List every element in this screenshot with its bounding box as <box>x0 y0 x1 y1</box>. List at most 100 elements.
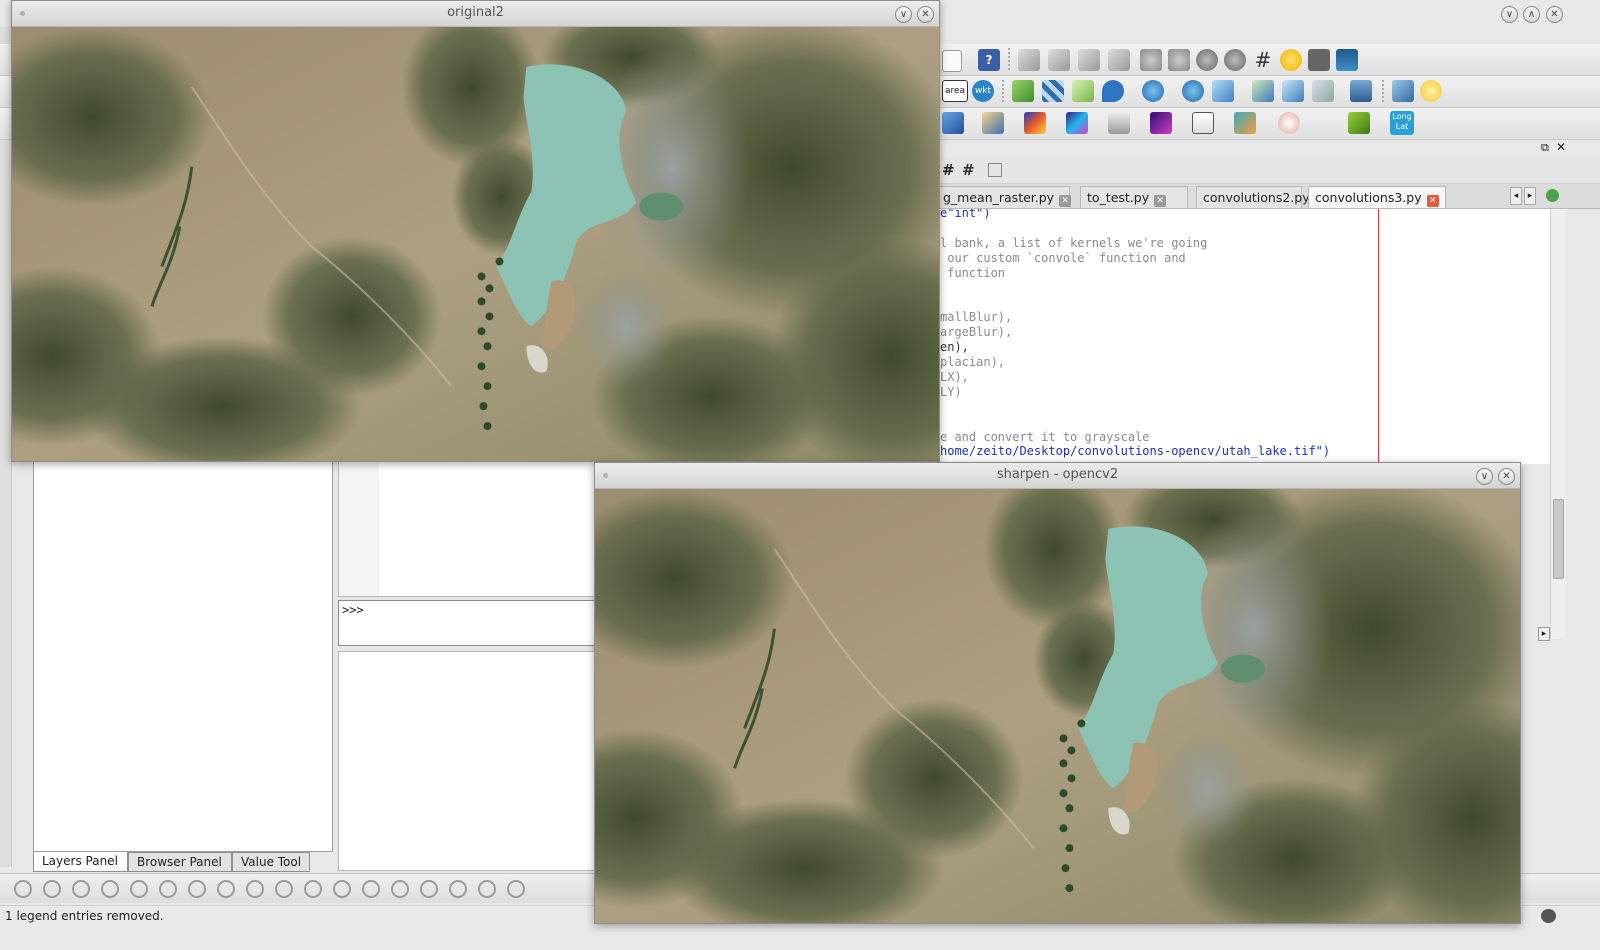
window-close-button[interactable]: ✕ <box>917 6 934 23</box>
panel-tab[interactable]: Browser Panel <box>128 852 232 872</box>
code-editor[interactable]: e"int") l bank, a list of kernels we're g… <box>940 209 1550 464</box>
crs-tool-icon[interactable] <box>982 112 1004 134</box>
globe-2-icon[interactable] <box>1182 80 1204 102</box>
globe-icon[interactable] <box>1142 80 1164 102</box>
digitize-icon[interactable] <box>14 880 32 898</box>
pan-hand-icon[interactable] <box>1392 80 1414 102</box>
dropdown-icon[interactable] <box>942 50 962 72</box>
messages-icon[interactable] <box>1541 909 1556 923</box>
code-line: our custom `convole` function and <box>940 250 1186 265</box>
sq-icon[interactable] <box>1192 112 1214 134</box>
split-icon[interactable] <box>1282 80 1304 102</box>
rotate-icon[interactable] <box>507 880 525 898</box>
undo-icon[interactable] <box>72 880 90 898</box>
window-titlebar[interactable]: original2 ∨ ✕ <box>12 1 939 27</box>
split-features-icon[interactable] <box>362 880 380 898</box>
sharpen-image-window[interactable]: sharpen - opencv2 ∨ ✕ <box>594 462 1521 924</box>
digitize-line-icon[interactable] <box>1072 80 1094 102</box>
long-lat-icon[interactable]: Long Lat <box>1390 111 1414 135</box>
profile-tool-4-icon[interactable] <box>1108 49 1130 71</box>
window-minimize-button[interactable]: ∨ <box>1476 468 1493 485</box>
field-calc-icon[interactable] <box>1336 49 1358 71</box>
compass-icon[interactable] <box>1278 112 1300 134</box>
wkt-icon[interactable]: wkt <box>972 80 994 102</box>
tab-menu-icon[interactable] <box>1546 189 1559 202</box>
horizontal-scroll-arrow-icon[interactable]: ▸ <box>1538 627 1550 641</box>
grid-icon[interactable]: # <box>1252 49 1274 71</box>
window-minimize-button[interactable]: ∨ <box>895 6 912 23</box>
code-line: argeBlur), <box>940 325 1013 340</box>
tab-python-file[interactable]: to_test.py ✕ <box>1080 186 1188 208</box>
panel-tab[interactable]: Layers Panel <box>33 852 128 872</box>
close-button[interactable]: ✕ <box>1546 6 1563 23</box>
close-tab-icon[interactable]: ✕ <box>1059 195 1072 207</box>
scrollbar-thumb[interactable] <box>1553 499 1564 579</box>
merge-attr-icon[interactable] <box>449 880 467 898</box>
close-tab-icon[interactable]: ✕ <box>1426 195 1439 207</box>
add-point-icon[interactable] <box>1102 80 1124 102</box>
original-image-window[interactable]: original2 ∨ ✕ <box>11 0 940 462</box>
maximize-button[interactable]: ∧ <box>1523 6 1540 23</box>
sun-2-icon[interactable] <box>1420 80 1442 102</box>
offset-icon[interactable] <box>304 880 322 898</box>
dock-float-icon[interactable]: ⧉ <box>1541 141 1549 155</box>
image-analysis-icon[interactable] <box>1150 112 1172 134</box>
profile-tool-2-icon[interactable] <box>1048 49 1070 71</box>
panel-tab[interactable]: Value Tool <box>232 852 310 872</box>
leaf-icon[interactable] <box>1348 112 1370 134</box>
dock-close-icon[interactable]: ✕ <box>1556 140 1566 154</box>
delete-ring-icon[interactable] <box>217 880 235 898</box>
heatmap-icon[interactable] <box>1024 112 1046 134</box>
editor-vertical-scrollbar[interactable] <box>1550 209 1566 639</box>
simplify-icon[interactable] <box>333 880 351 898</box>
move-label-2-icon[interactable] <box>1168 49 1190 71</box>
tab-label: g_mean_raster.py <box>943 190 1055 205</box>
tab-scroll-right-icon[interactable]: ▸ <box>1524 187 1536 205</box>
profile-tool-3-icon[interactable] <box>1078 49 1100 71</box>
area-icon[interactable]: area <box>942 80 968 102</box>
plane-icon[interactable] <box>942 112 964 134</box>
vertex-add-icon[interactable] <box>1012 80 1034 102</box>
map-icon[interactable] <box>1234 112 1256 134</box>
window-titlebar[interactable]: sharpen - opencv2 ∨ ✕ <box>595 463 1520 489</box>
layers-stack-icon[interactable] <box>1350 80 1372 102</box>
console-output[interactable] <box>338 460 598 597</box>
window-close-button[interactable]: ✕ <box>1498 468 1515 485</box>
layers-panel[interactable] <box>33 460 333 852</box>
tab-scroll-left-icon[interactable]: ◂ <box>1510 187 1522 205</box>
tab-python-file[interactable]: g_mean_raster.py ✕ <box>936 186 1072 208</box>
sun-icon[interactable] <box>1280 49 1302 71</box>
vector-edit-icon[interactable] <box>1212 80 1234 102</box>
terrain-icon[interactable] <box>1108 112 1130 134</box>
profile-tool-icon[interactable] <box>1018 49 1040 71</box>
split-parts-icon[interactable] <box>391 880 409 898</box>
console-input[interactable]: >>> <box>338 600 598 646</box>
tab-python-file[interactable]: convolutions2.py✕ <box>1196 186 1327 208</box>
tab-python-file[interactable]: convolutions3.py ✕ <box>1308 186 1446 208</box>
comment-icon[interactable]: # <box>942 161 955 179</box>
console-editor-area[interactable] <box>338 651 598 871</box>
object-inspector-icon[interactable] <box>988 163 1002 177</box>
node-tool-icon[interactable] <box>1252 80 1274 102</box>
uncomment-icon[interactable]: # <box>962 161 975 179</box>
delete-part-icon[interactable] <box>246 880 264 898</box>
pin-2-icon[interactable] <box>1224 49 1246 71</box>
minimize-button[interactable]: ∨ <box>1501 6 1518 23</box>
help-icon[interactable]: ? <box>978 49 1000 71</box>
pan-icon[interactable] <box>43 880 61 898</box>
lat-label: Lat <box>1395 122 1409 131</box>
vertex-2-icon[interactable] <box>1312 80 1334 102</box>
rotate-point-icon[interactable] <box>478 880 496 898</box>
redo-icon[interactable] <box>101 880 119 898</box>
close-tab-icon[interactable]: ✕ <box>1154 195 1167 207</box>
add-ring-icon[interactable] <box>130 880 148 898</box>
fill-ring-icon[interactable] <box>188 880 206 898</box>
add-part-icon[interactable] <box>159 880 177 898</box>
reshape-icon[interactable] <box>275 880 293 898</box>
move-label-icon[interactable] <box>1140 49 1162 71</box>
merge-icon[interactable] <box>420 880 438 898</box>
pin-icon[interactable] <box>1196 49 1218 71</box>
calculator-icon[interactable] <box>1308 49 1330 71</box>
spectrum-icon[interactable] <box>1066 112 1088 134</box>
raster-grid-icon[interactable] <box>1042 80 1064 102</box>
